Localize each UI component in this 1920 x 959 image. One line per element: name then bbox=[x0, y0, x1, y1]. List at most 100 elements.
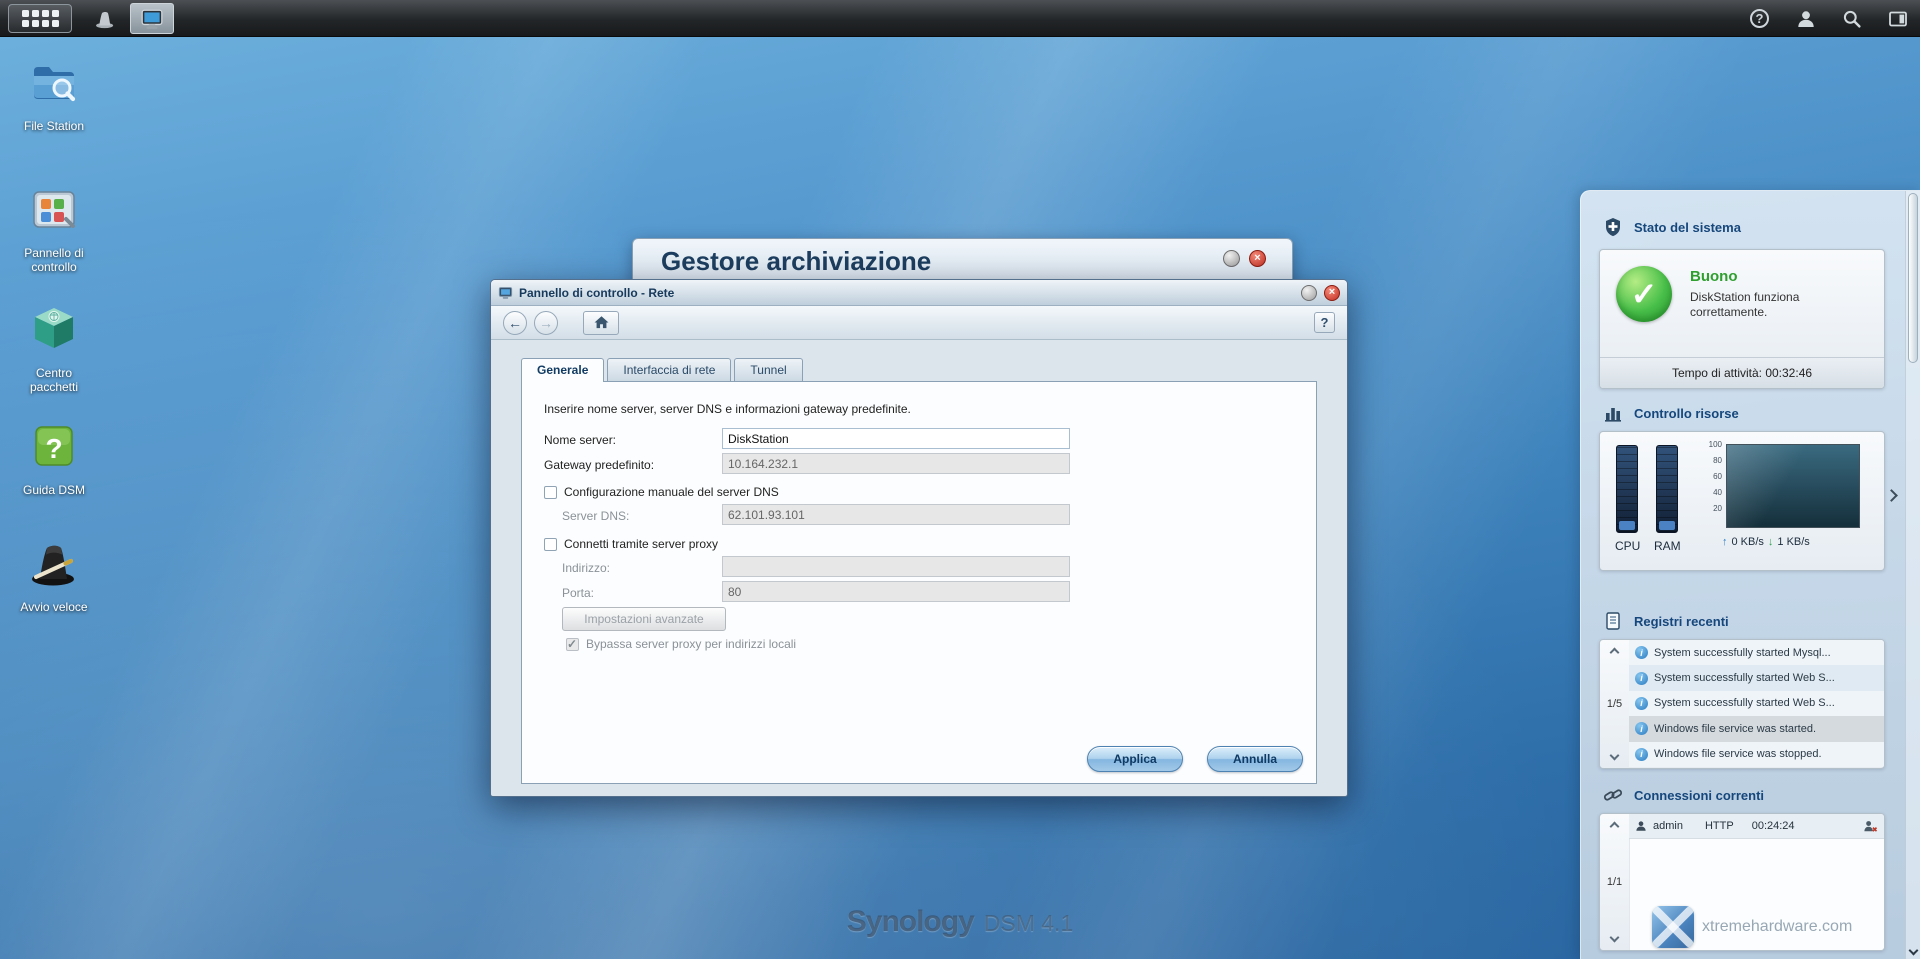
magic-hat-icon bbox=[94, 8, 116, 30]
close-button[interactable]: × bbox=[1324, 285, 1340, 301]
bypass-proxy-checkbox: ✓ bbox=[566, 638, 579, 651]
minimize-button[interactable] bbox=[1223, 250, 1240, 267]
resource-monitor-header: Controllo risorse bbox=[1603, 403, 1739, 423]
pilot-view-button[interactable] bbox=[1887, 8, 1908, 29]
chevron-right-icon bbox=[1885, 489, 1898, 502]
proxy-checkbox[interactable] bbox=[544, 538, 557, 551]
uptime: Tempo di attività: 00:32:46 bbox=[1600, 357, 1884, 388]
cancel-button[interactable]: Annulla bbox=[1207, 746, 1303, 772]
desktop-icon-label: File Station bbox=[11, 119, 97, 133]
status-message: DiskStation funziona correttamente. bbox=[1690, 290, 1820, 320]
logs-pagination: 1/5 bbox=[1600, 640, 1629, 768]
checkmark-icon: ✓ bbox=[567, 637, 577, 651]
log-row[interactable]: i Windows file service was stopped. bbox=[1629, 742, 1884, 767]
section-title: Controllo risorse bbox=[1634, 406, 1739, 421]
status-value: Buono bbox=[1690, 268, 1737, 285]
watermark: xtremehardware.com bbox=[1652, 906, 1852, 948]
connection-row[interactable]: admin HTTP 00:24:24 bbox=[1629, 814, 1884, 839]
resource-monitor-box: CPU RAM 100 80 60 40 20 ↑ 0 KB/s ↓ 1 KB/… bbox=[1599, 431, 1885, 571]
desktop-icon-package-center[interactable]: Centro pacchetti bbox=[2, 302, 106, 395]
log-text: Windows file service was started. bbox=[1654, 723, 1816, 735]
proxy-port-input bbox=[722, 581, 1070, 602]
dialog-help-button[interactable]: ? bbox=[1314, 312, 1335, 333]
desktop-icon-control-panel[interactable]: Pannello di controllo bbox=[2, 182, 106, 275]
search-button[interactable] bbox=[1841, 8, 1862, 29]
help-info-button[interactable]: ? bbox=[1749, 8, 1770, 29]
ram-label: RAM bbox=[1654, 539, 1681, 553]
desktop-icon-dsm-help[interactable]: ? Guida DSM bbox=[2, 419, 106, 497]
chevron-down-icon bbox=[1909, 946, 1919, 956]
page-up-button[interactable] bbox=[1610, 822, 1620, 832]
log-text: System successfully started Web S... bbox=[1654, 672, 1835, 684]
tab-tunnel[interactable]: Tunnel bbox=[734, 358, 802, 381]
desktop-icon-file-station[interactable]: File Station bbox=[2, 55, 106, 133]
control-panel-network-dialog: Pannello di controllo - Rete × ← → ? bbox=[490, 279, 1348, 797]
log-row[interactable]: i System successfully started Mysql... bbox=[1629, 640, 1884, 665]
scale-40: 40 bbox=[1700, 488, 1722, 497]
minimize-button[interactable] bbox=[1301, 285, 1317, 301]
link-icon bbox=[1603, 785, 1623, 805]
log-row[interactable]: i System successfully started Web S... bbox=[1629, 665, 1884, 690]
disconnect-button[interactable] bbox=[1863, 819, 1878, 834]
recent-logs-header: Registri recenti bbox=[1603, 611, 1729, 631]
taskbar-app-control-panel[interactable] bbox=[130, 3, 174, 34]
main-menu-button[interactable] bbox=[8, 4, 72, 33]
manual-dns-checkbox-label[interactable]: Configurazione manuale del server DNS bbox=[564, 485, 779, 499]
close-icon: × bbox=[1254, 253, 1260, 264]
info-icon: i bbox=[1635, 722, 1648, 735]
user-menu-button[interactable] bbox=[1795, 8, 1816, 29]
cpu-label: CPU bbox=[1615, 539, 1640, 553]
monitor-icon bbox=[140, 8, 164, 30]
scale-60: 60 bbox=[1700, 472, 1722, 481]
widget-panel-scrollbar[interactable] bbox=[1905, 191, 1920, 959]
forward-button[interactable]: → bbox=[534, 311, 558, 335]
desktop-icon-label: Pannello di controllo bbox=[11, 246, 97, 275]
watermark-text: xtremehardware.com bbox=[1702, 918, 1852, 936]
main-menu-icon bbox=[22, 10, 59, 27]
manual-dns-checkbox[interactable] bbox=[544, 486, 557, 499]
tab-interfaccia-di-rete[interactable]: Interfaccia di rete bbox=[607, 358, 731, 381]
dns-server-label: Server DNS: bbox=[562, 509, 629, 523]
taskbar-right-icons: ? bbox=[1749, 0, 1908, 37]
status-ok-icon: ✓ bbox=[1616, 266, 1672, 322]
dialog-toolbar: ← → ? bbox=[491, 306, 1347, 340]
storage-manager-title: Gestore archiviazione bbox=[661, 246, 931, 277]
log-text: System successfully started Mysql... bbox=[1654, 647, 1831, 659]
gateway-label: Gateway predefinito: bbox=[544, 458, 654, 472]
scrollbar-thumb[interactable] bbox=[1908, 193, 1918, 363]
proxy-checkbox-label[interactable]: Connetti tramite server proxy bbox=[564, 537, 718, 551]
log-row[interactable]: i System successfully started Web S... bbox=[1629, 691, 1884, 716]
upload-arrow-icon: ↑ bbox=[1722, 536, 1728, 548]
apply-button[interactable]: Applica bbox=[1087, 746, 1183, 772]
dialog-titlebar[interactable]: Pannello di controllo - Rete × bbox=[491, 280, 1347, 306]
page-up-button[interactable] bbox=[1610, 648, 1620, 658]
network-graph bbox=[1726, 444, 1860, 528]
page-down-button[interactable] bbox=[1610, 751, 1620, 761]
dialog-title: Pannello di controllo - Rete bbox=[519, 286, 674, 300]
download-value: 1 KB/s bbox=[1777, 536, 1809, 548]
scale-20: 20 bbox=[1700, 504, 1722, 513]
magic-hat-icon bbox=[27, 536, 81, 590]
network-throughput: ↑ 0 KB/s ↓ 1 KB/s bbox=[1722, 536, 1810, 548]
home-button[interactable] bbox=[583, 311, 619, 335]
server-name-input[interactable] bbox=[722, 428, 1070, 449]
info-icon: i bbox=[1635, 646, 1648, 659]
watermark-logo bbox=[1652, 906, 1694, 948]
bar-chart-icon bbox=[1603, 403, 1623, 423]
desktop-icon-quick-launch[interactable]: Avvio veloce bbox=[2, 536, 106, 614]
tab-generale[interactable]: Generale bbox=[521, 358, 604, 382]
close-button[interactable]: × bbox=[1249, 250, 1266, 267]
server-name-label: Nome server: bbox=[544, 433, 616, 447]
download-arrow-icon: ↓ bbox=[1768, 536, 1774, 548]
proxy-port-label: Porta: bbox=[562, 586, 594, 600]
desktop-icon-label: Guida DSM bbox=[11, 483, 97, 497]
taskbar-app-quick-launch[interactable] bbox=[86, 3, 124, 34]
form-description: Inserire nome server, server DNS e infor… bbox=[544, 402, 911, 416]
page-down-button[interactable] bbox=[1610, 933, 1620, 943]
info-icon: i bbox=[1635, 672, 1648, 685]
resource-expand-button[interactable] bbox=[1887, 487, 1896, 505]
scroll-down-button[interactable] bbox=[1906, 942, 1920, 959]
back-button[interactable]: ← bbox=[503, 311, 527, 335]
log-row[interactable]: i Windows file service was started. bbox=[1629, 716, 1884, 741]
info-icon: i bbox=[1635, 748, 1648, 761]
